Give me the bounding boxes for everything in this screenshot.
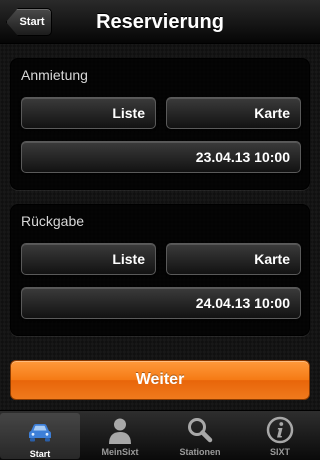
page-title: Reservierung <box>96 11 224 33</box>
tab-stationen[interactable]: Stationen <box>160 411 240 460</box>
pickup-panel: Anmietung Liste Karte 23.04.13 10:00 <box>10 58 310 190</box>
car-icon <box>29 424 51 442</box>
return-map-button[interactable]: Karte <box>166 243 301 275</box>
pickup-map-button[interactable]: Karte <box>166 97 301 129</box>
return-datetime-button[interactable]: 24.04.13 10:00 <box>21 287 301 319</box>
pickup-datetime-button[interactable]: 23.04.13 10:00 <box>21 141 301 173</box>
continue-button[interactable]: Weiter <box>10 360 310 400</box>
return-list-button[interactable]: Liste <box>21 243 156 275</box>
return-label: Rückgabe <box>21 213 85 229</box>
return-panel: Rückgabe Liste Karte 24.04.13 10:00 <box>10 204 310 336</box>
back-button[interactable]: Start <box>6 8 52 36</box>
pickup-label: Anmietung <box>21 67 88 83</box>
tab-start-label: Start <box>29 449 51 459</box>
tab-sixt-label: SIXT <box>269 447 290 457</box>
search-icon <box>188 418 213 443</box>
tab-start[interactable]: Start <box>0 413 80 459</box>
pickup-list-button[interactable]: Liste <box>21 97 156 129</box>
tab-stationen-label: Stationen <box>179 447 221 457</box>
tab-meinsixt[interactable]: MeinSixt <box>80 411 160 460</box>
person-icon <box>109 418 131 444</box>
tab-sixt[interactable]: SIXT <box>240 411 320 460</box>
tab-bar: Start MeinSixt Stationen SIXT <box>0 410 320 460</box>
tab-meinsixt-label: MeinSixt <box>101 447 139 457</box>
info-icon <box>266 416 294 444</box>
navigation-bar: Start Reservierung <box>0 0 320 44</box>
